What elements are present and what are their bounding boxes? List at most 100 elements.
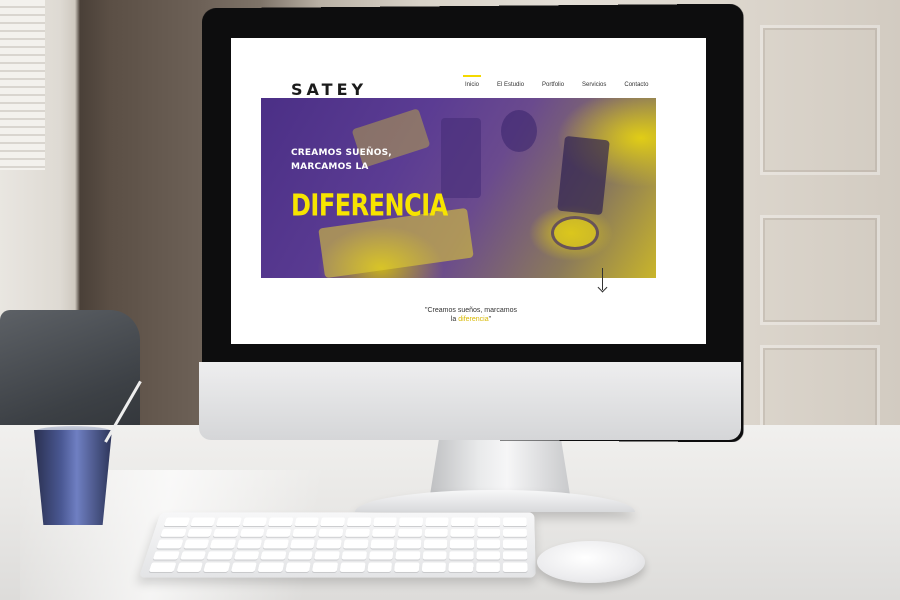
- keyboard-key: [449, 551, 474, 560]
- keyboard-key: [257, 562, 284, 572]
- keyboard-key: [265, 528, 292, 537]
- keyboard-key: [316, 539, 342, 549]
- hero-photo-detail: [501, 110, 537, 152]
- keyboard-key: [476, 551, 501, 560]
- keyboard-key: [186, 528, 213, 537]
- main-nav: Inicio El Estudio Portfolio Servicios Co…: [462, 75, 648, 88]
- keyboard-key: [423, 539, 448, 549]
- keyboard-key: [148, 562, 176, 572]
- hero-title-line-3: DIFERENCIA: [291, 188, 448, 223]
- nav-item-el-estudio[interactable]: El Estudio: [497, 82, 524, 88]
- keyboard-key: [503, 562, 528, 572]
- nav-item-inicio[interactable]: Inicio: [462, 75, 482, 88]
- keyboard-key: [152, 551, 180, 560]
- keyboard-key: [179, 551, 207, 560]
- keyboard-key: [450, 528, 475, 537]
- keyboard-key: [396, 539, 422, 549]
- keyboard-key: [203, 562, 230, 572]
- wall-panel: [760, 345, 880, 435]
- keyboard-key: [503, 528, 527, 537]
- nav-item-servicios[interactable]: Servicios: [582, 82, 606, 88]
- keyboard-key: [314, 551, 340, 560]
- keyboard-key: [476, 539, 501, 549]
- keyboard-key: [285, 562, 312, 572]
- keyboard: [138, 512, 536, 578]
- keyboard-key: [268, 517, 294, 526]
- quote-part-1: "Creamos sueños, marcamos: [425, 307, 517, 314]
- keyboard-key: [399, 517, 423, 526]
- keyboard-key: [503, 539, 528, 549]
- keyboard-key: [233, 551, 260, 560]
- hero-photo-detail: [351, 108, 431, 168]
- keyboard-key: [424, 528, 449, 537]
- keyboard-key: [372, 517, 397, 526]
- keyboard-key: [190, 517, 216, 526]
- keyboard-key: [425, 517, 449, 526]
- wall-panel: [760, 25, 880, 175]
- keyboard-key: [320, 517, 346, 526]
- keyboard-key: [236, 539, 263, 549]
- keyboard-key: [477, 517, 501, 526]
- quote-end: ": [488, 316, 492, 323]
- monitor-chin: [199, 362, 741, 440]
- keyboard-key: [345, 528, 370, 537]
- mouse: [537, 541, 645, 583]
- monitor: SATEY MANAGEMENT ARTIST Inicio El Estudi…: [199, 3, 744, 443]
- keyboard-key: [292, 528, 318, 537]
- keyboard-key: [341, 551, 367, 560]
- keyboard-key: [450, 539, 474, 549]
- keyboard-key: [421, 562, 447, 572]
- keyboard-key: [371, 528, 396, 537]
- keyboard-key: [213, 528, 239, 537]
- keyboard-key: [503, 517, 527, 526]
- keyboard-key: [366, 562, 393, 572]
- keyboard-key: [451, 517, 475, 526]
- site-logo[interactable]: SATEY: [291, 80, 367, 99]
- keyboard-key: [183, 539, 210, 549]
- keyboard-key: [422, 551, 447, 560]
- hero-title-line-1: CREAMOS SUEÑOS,: [291, 148, 392, 158]
- keyboard-key: [242, 517, 268, 526]
- keyboard-key: [476, 562, 501, 572]
- nav-item-portfolio[interactable]: Portfolio: [542, 82, 564, 88]
- keyboard-key: [239, 528, 265, 537]
- keyboard-key: [503, 551, 528, 560]
- keyboard-key: [369, 539, 395, 549]
- keyboard-key: [160, 528, 187, 537]
- keyboard-key: [287, 551, 314, 560]
- keyboard-key: [260, 551, 287, 560]
- keyboard-key: [394, 562, 420, 572]
- quote-text: "Creamos sueños, marcamos la diferencia": [401, 306, 541, 324]
- hero-photo-detail: [441, 118, 481, 198]
- wall-panel: [760, 215, 880, 325]
- hero-photo-detail: [557, 135, 610, 216]
- hero-photo-detail: [551, 216, 599, 250]
- window-blinds: [0, 0, 45, 170]
- keyboard-key: [206, 551, 233, 560]
- keyboard-key: [312, 562, 339, 572]
- keyboard-key: [343, 539, 369, 549]
- keyboard-key: [216, 517, 242, 526]
- keyboard-key: [395, 551, 421, 560]
- cup: [34, 430, 112, 525]
- keyboard-key: [230, 562, 257, 572]
- keyboard-key: [318, 528, 344, 537]
- keyboard-key: [209, 539, 236, 549]
- keyboard-key: [294, 517, 320, 526]
- quote-part-2: la: [450, 316, 457, 323]
- keyboard-key: [163, 517, 190, 526]
- keyboard-key: [156, 539, 183, 549]
- keyboard-key: [368, 551, 394, 560]
- keyboard-key: [263, 539, 289, 549]
- arrow-down-icon[interactable]: [597, 268, 609, 294]
- keyboard-key: [448, 562, 474, 572]
- quote-highlight: diferencia: [458, 316, 489, 323]
- hero-banner: CREAMOS SUEÑOS, MARCAMOS LA DIFERENCIA: [261, 98, 656, 278]
- website-screen: SATEY MANAGEMENT ARTIST Inicio El Estudi…: [231, 38, 706, 344]
- keyboard-key: [289, 539, 316, 549]
- hero-title-line-2: MARCAMOS LA: [291, 162, 369, 172]
- keyboard-key: [346, 517, 372, 526]
- keyboard-key: [339, 562, 366, 572]
- nav-item-contacto[interactable]: Contacto: [624, 82, 648, 88]
- keyboard-key: [176, 562, 203, 572]
